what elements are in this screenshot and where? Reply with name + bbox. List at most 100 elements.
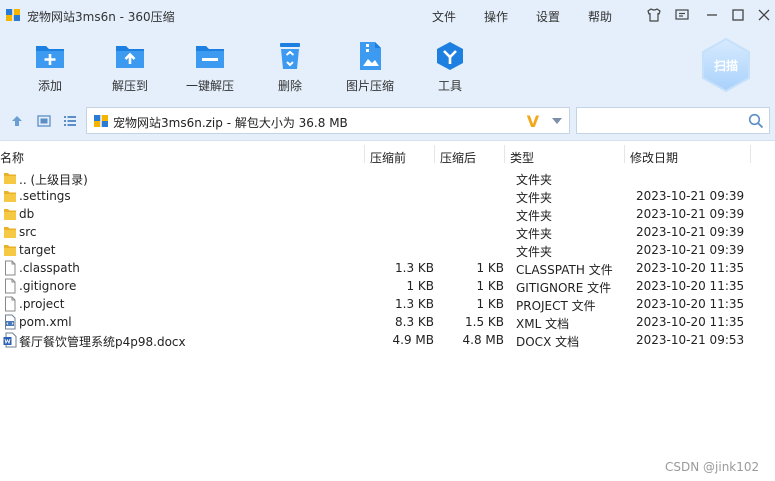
file-modified-date: 2023-10-21 09:53 <box>636 333 745 347</box>
file-compressed-size: 1 KB <box>476 297 504 311</box>
archive-path: 宠物网站3ms6n.zip - 解包大小为 36.8 MB <box>113 116 348 130</box>
scan-button[interactable]: 扫描 <box>700 37 752 93</box>
delete-button[interactable]: 删除 <box>252 40 328 100</box>
column-divider[interactable] <box>434 145 435 163</box>
file-type: DOCX 文档 <box>516 335 580 349</box>
table-row[interactable]: .classpath 1.3 KB 1 KB CLASSPATH 文件 2023-10-… <box>0 259 775 277</box>
column-packed[interactable]: 压缩前 <box>370 149 406 166</box>
file-name: .settings <box>19 189 71 203</box>
one-click-extract-label: 一键解压 <box>185 79 234 93</box>
skin-icon[interactable] <box>646 7 662 23</box>
table-row[interactable]: src 文件夹 2023-10-21 09:39 <box>0 223 775 241</box>
tools-button[interactable]: 工具 <box>412 40 488 100</box>
file-packed-size: 1 KB <box>406 279 434 293</box>
menu-operation[interactable]: 操作 <box>484 8 508 25</box>
add-folder-icon <box>36 46 64 68</box>
table-row[interactable]: target 文件夹 2023-10-21 09:39 <box>0 241 775 259</box>
tools-label: 工具 <box>437 79 462 93</box>
folder-icon <box>4 173 16 184</box>
list-view-icon[interactable] <box>63 114 77 128</box>
thumbnail-view-icon[interactable] <box>37 114 51 128</box>
search-icon[interactable] <box>748 113 764 129</box>
extract-to-label: 解压到 <box>111 79 148 93</box>
folder-icon <box>4 191 16 202</box>
app-archive-icon <box>6 9 20 21</box>
folder-icon <box>4 245 16 256</box>
title-bar: 宠物网站3ms6n - 360压缩 文件 操作 设置 帮助 <box>0 0 775 30</box>
file-packed-size: 1.3 KB <box>395 297 434 311</box>
maximize-icon[interactable] <box>730 7 746 23</box>
table-row[interactable]: .. (上级目录) 文件夹 <box>0 169 775 187</box>
file-modified-date: 2023-10-21 09:39 <box>636 243 745 257</box>
file-type: 文件夹 <box>516 191 553 205</box>
table-row[interactable]: pom.xml 8.3 KB 1.5 KB XML 文档 2023-10-20 11:3… <box>0 313 775 331</box>
menu-file[interactable]: 文件 <box>432 8 456 25</box>
file-modified-date: 2023-10-21 09:39 <box>636 189 745 203</box>
column-divider[interactable] <box>750 145 751 163</box>
file-compressed-size: 4.8 MB <box>462 333 504 347</box>
search-input[interactable] <box>581 112 745 131</box>
add-label: 添加 <box>37 79 62 93</box>
recycle-bin-icon <box>280 43 300 69</box>
file-type: 文件夹 <box>516 227 553 241</box>
file-modified-date: 2023-10-20 11:35 <box>636 315 745 329</box>
verified-v-icon[interactable]: V <box>524 113 542 129</box>
table-row[interactable]: 餐厅餐饮管理系统p4p98.docx 4.9 MB 4.8 MB DOCX 文档 202… <box>0 331 775 349</box>
folder-icon <box>4 209 16 220</box>
watermark: CSDN @jink102 <box>665 460 760 474</box>
search-box[interactable] <box>576 107 770 134</box>
column-divider[interactable] <box>504 145 505 163</box>
menu-settings[interactable]: 设置 <box>536 8 560 25</box>
column-type[interactable]: 类型 <box>510 149 534 166</box>
address-bar[interactable]: 宠物网站3ms6n.zip - 解包大小为 36.8 MB V <box>86 107 570 134</box>
file-name: src <box>19 225 37 239</box>
up-arrow-icon[interactable] <box>10 114 24 128</box>
file-type: PROJECT 文件 <box>516 299 596 313</box>
image-compress-button[interactable]: 图片压缩 <box>332 40 408 100</box>
file-name: .classpath <box>19 261 80 275</box>
menu-help[interactable]: 帮助 <box>588 8 612 25</box>
file-name: db <box>19 207 35 221</box>
column-divider[interactable] <box>624 145 625 163</box>
table-row[interactable]: .settings 文件夹 2023-10-21 09:39 <box>0 187 775 205</box>
file-name: 餐厅餐饮管理系统p4p98.docx <box>19 335 186 349</box>
file-icon <box>5 296 16 312</box>
column-size[interactable]: 压缩后 <box>440 149 476 166</box>
file-type: GITIGNORE 文件 <box>516 281 612 295</box>
table-row[interactable]: db 文件夹 2023-10-21 09:39 <box>0 205 775 223</box>
file-modified-date: 2023-10-20 11:35 <box>636 297 745 311</box>
file-icon <box>5 260 16 276</box>
scan-label: 扫描 <box>714 58 738 73</box>
one-click-extract-button[interactable]: 一键解压 <box>172 40 248 100</box>
file-icon <box>5 278 16 294</box>
add-button[interactable]: 添加 <box>12 40 88 100</box>
table-row[interactable]: .project 1.3 KB 1 KB PROJECT 文件 2023-10-20 1… <box>0 295 775 313</box>
file-type: XML 文档 <box>516 317 570 331</box>
tools-icon <box>437 42 463 70</box>
window-title: 宠物网站3ms6n - 360压缩 <box>27 10 175 24</box>
table-row[interactable]: .gitignore 1 KB 1 KB GITIGNORE 文件 2023-10-20… <box>0 277 775 295</box>
file-type: CLASSPATH 文件 <box>516 263 613 277</box>
file-packed-size: 8.3 KB <box>395 315 434 329</box>
file-modified-date: 2023-10-20 11:35 <box>636 261 745 275</box>
close-icon[interactable] <box>756 7 772 23</box>
one-click-extract-icon <box>196 46 224 68</box>
column-modified[interactable]: 修改日期 <box>630 149 678 166</box>
file-compressed-size: 1 KB <box>476 261 504 275</box>
feedback-icon[interactable] <box>674 7 690 23</box>
file-modified-date: 2023-10-21 09:39 <box>636 225 745 239</box>
image-compress-icon <box>360 42 381 70</box>
minimize-icon[interactable] <box>704 7 720 23</box>
file-compressed-size: 1 KB <box>476 279 504 293</box>
file-modified-date: 2023-10-21 09:39 <box>636 207 745 221</box>
delete-label: 删除 <box>277 79 302 93</box>
file-name: pom.xml <box>19 315 72 329</box>
zip-archive-icon <box>94 115 108 127</box>
column-divider[interactable] <box>364 145 365 163</box>
file-name: .. (上级目录) <box>19 173 88 187</box>
chevron-down-icon[interactable] <box>551 117 563 125</box>
file-name: target <box>19 243 56 257</box>
extract-to-button[interactable]: 解压到 <box>92 40 168 100</box>
column-name[interactable]: 名称 <box>0 149 24 166</box>
svg-text:V: V <box>527 113 540 129</box>
